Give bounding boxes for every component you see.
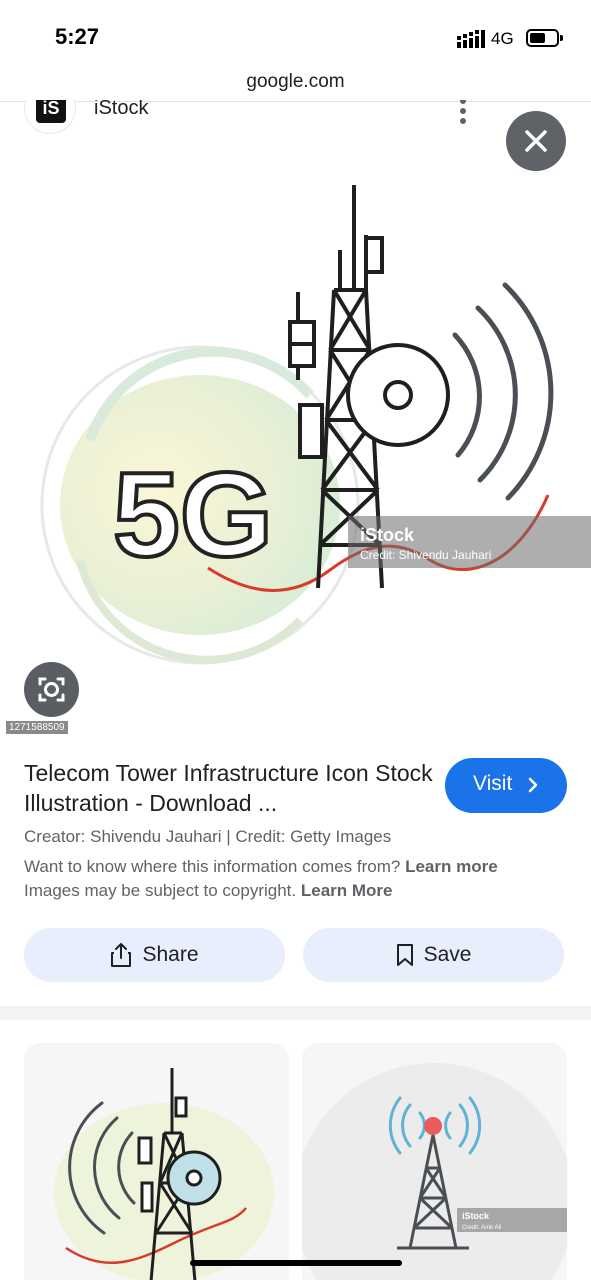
bookmark-icon [396,944,413,966]
share-button[interactable]: Share [24,928,285,982]
copyright-text: Images may be subject to copyright. [24,881,297,900]
source-logo[interactable]: iS [24,100,76,134]
network-type: 4G [491,29,514,48]
dish-center [383,380,413,410]
source-row: iS iStock [0,100,591,140]
home-indicator[interactable] [190,1260,402,1266]
telecom-tower-thumbnail [54,1068,274,1280]
info-line: Want to know where this information come… [24,857,498,877]
more-options-icon[interactable] [456,100,470,126]
source-logo-text: iS [36,100,66,123]
section-divider [0,1006,591,1020]
source-name[interactable]: iStock [94,100,148,120]
signal-arcs [452,282,554,501]
visit-label: Visit [473,772,513,795]
save-button[interactable]: Save [303,928,564,982]
chevron-right-icon [528,777,538,793]
lens-search-button[interactable] [24,662,79,717]
related-watermark-brand: iStock [462,1211,490,1221]
result-image[interactable]: 5G iStock Credit: Shivendu Jauhari [0,140,591,740]
battery-icon [526,29,559,47]
radio-tower-thumbnail: iStock Credit: Amir Ali [302,1063,567,1280]
close-button[interactable] [506,111,566,171]
learn-more-link[interactable]: Learn more [405,857,498,876]
close-icon [525,130,547,152]
share-label: Share [142,943,199,966]
watermark-brand: iStock [360,525,415,545]
creator-line: Creator: Shivendu Jauhari | Credit: Gett… [24,827,392,846]
signal-icon [457,30,485,48]
image-id-label: 1271588509 [6,721,68,734]
info-text: Want to know where this information come… [24,857,401,876]
result-title[interactable]: Telecom Tower Infrastructure Icon Stock … [24,758,434,818]
status-time: 5:27 [55,24,100,49]
copyright-learn-more-link[interactable]: Learn More [301,881,393,900]
url-text: google.com [246,71,345,92]
related-watermark-credit: Credit: Amir Ali [462,1225,501,1231]
battery-tip [560,35,563,41]
save-label: Save [423,943,472,966]
related-image-2[interactable]: iStock Credit: Amir Ali [302,1043,567,1280]
5g-label: 5G [113,448,273,582]
telecom-tower-illustration: 5G iStock Credit: Shivendu Jauhari [40,185,591,665]
related-image-1[interactable] [24,1043,289,1280]
status-bar: 5:27 4G [0,0,591,70]
visit-button[interactable]: Visit [445,758,567,813]
share-icon [111,943,132,967]
watermark-credit: Credit: Shivendu Jauhari [360,548,491,562]
url-bar[interactable]: google.com [0,64,591,102]
lens-icon [38,677,65,702]
copyright-line: Images may be subject to copyright. Lear… [24,881,393,901]
